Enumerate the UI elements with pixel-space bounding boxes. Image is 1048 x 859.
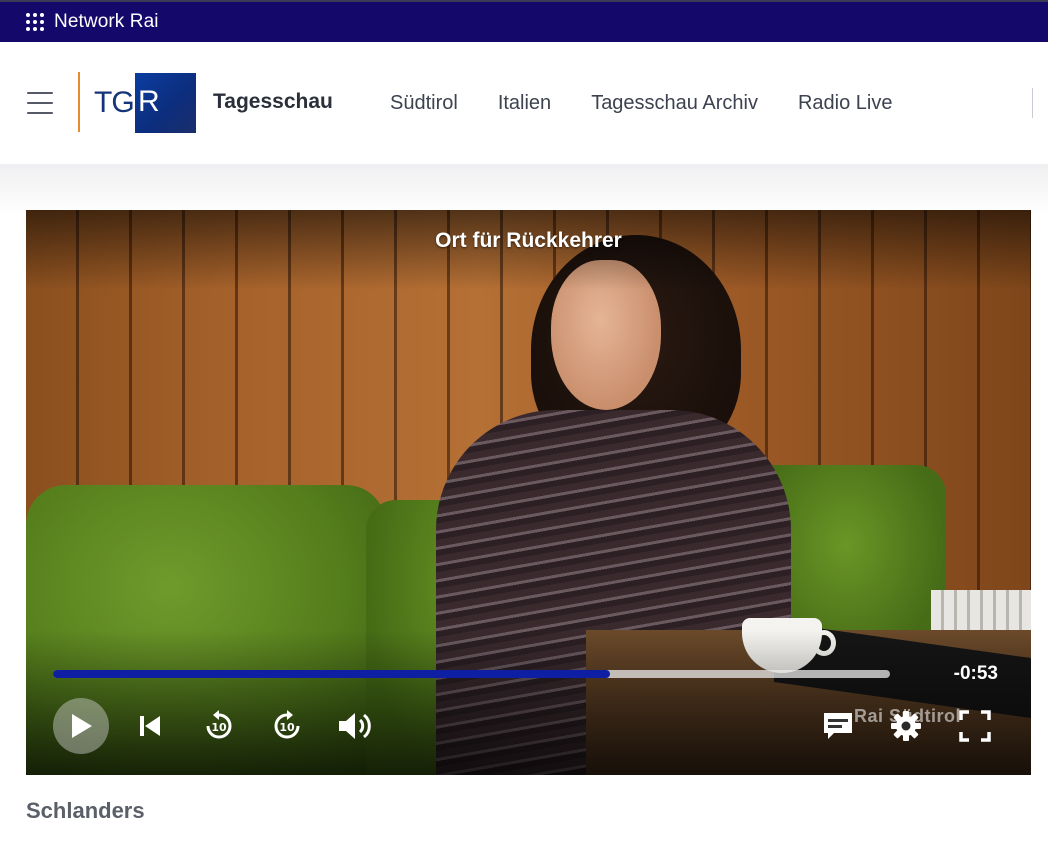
network-bar: Network Rai (0, 0, 1048, 42)
logo-accent-bar (78, 72, 80, 132)
skip-previous-button[interactable] (134, 710, 166, 742)
fullscreen-button[interactable] (957, 708, 993, 744)
forward-10-button[interactable]: 10 (269, 708, 305, 744)
skip-previous-icon (140, 716, 160, 736)
location-label: Schlanders (26, 798, 145, 823)
fullscreen-icon (959, 710, 991, 742)
header-divider (1032, 88, 1033, 118)
progress-bar[interactable] (53, 670, 890, 678)
nav-item-italien[interactable]: Italien (498, 92, 551, 115)
subtitles-button[interactable] (821, 710, 855, 742)
replay-10-icon: 10 (206, 710, 232, 739)
nav-item-suedtirol[interactable]: Südtirol (390, 92, 458, 115)
tgr-logo[interactable]: TG R (86, 73, 196, 133)
settings-button[interactable] (888, 708, 924, 744)
video-frame (26, 210, 1031, 775)
volume-icon (339, 713, 371, 739)
volume-button[interactable] (336, 708, 374, 744)
site-header: TG R Tagesschau Südtirol Italien Tagessc… (0, 42, 1048, 164)
network-rai-link[interactable]: Network Rai (54, 11, 159, 33)
video-title: Ort für Rückkehrer (435, 229, 622, 252)
apps-grid-icon[interactable] (26, 13, 44, 31)
video-player[interactable]: Ort für Rückkehrer -0:53 10 10 Rai Südti… (26, 210, 1031, 775)
gear-icon (891, 711, 921, 741)
main-nav: Südtirol Italien Tagesschau Archiv Radio… (390, 92, 932, 115)
rewind-10-button[interactable]: 10 (201, 708, 237, 744)
play-icon (72, 714, 92, 738)
nav-item-tagesschau-archiv[interactable]: Tagesschau Archiv (591, 92, 758, 115)
svg-text:10: 10 (279, 721, 295, 734)
brand-title[interactable]: Tagesschau (213, 90, 333, 114)
progress-fill (53, 670, 610, 678)
play-button[interactable] (53, 698, 109, 754)
subtitles-icon (824, 713, 852, 739)
logo-text-r: R (138, 85, 160, 118)
menu-icon[interactable] (27, 92, 53, 114)
time-remaining: -0:53 (953, 663, 998, 684)
svg-text:10: 10 (211, 721, 227, 734)
nav-item-radio-live[interactable]: Radio Live (798, 92, 893, 115)
forward-10-icon: 10 (274, 710, 300, 739)
logo-text-tg: TG (94, 86, 135, 119)
